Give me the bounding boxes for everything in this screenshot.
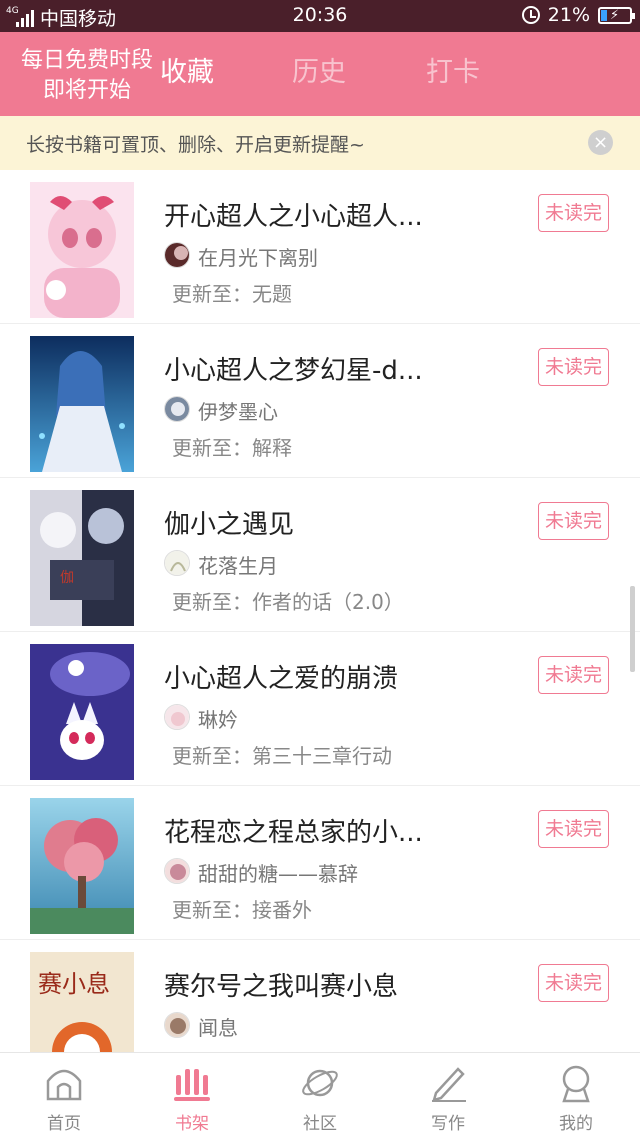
nav-bookshelf[interactable]: 书架 [128,1053,256,1138]
unread-badge[interactable]: 未读完 [538,964,609,1002]
app-header: 每日免费时段 即将开始 收藏 历史 打卡 [0,32,640,116]
nav-mine-label: 我的 [559,1114,593,1134]
book-cover[interactable]: 赛小息 [30,952,134,1052]
book-cover[interactable] [30,182,134,318]
nav-community[interactable]: 社区 [256,1053,384,1138]
book-update: 更新至：接番外 [172,898,312,922]
bookshelf-icon [174,1069,210,1101]
nav-mine[interactable]: 我的 [512,1053,640,1138]
book-update: 更新至：解释 [172,436,292,460]
book-title[interactable]: 花程恋之程总家的小... [164,812,423,849]
unread-badge[interactable]: 未读完 [538,502,609,540]
author-avatar [164,858,190,884]
book-item[interactable]: 花程恋之程总家的小... 甜甜的糖——慕辞 更新至：接番外 未读完 [0,786,640,940]
unread-badge[interactable]: 未读完 [538,194,609,232]
nav-home[interactable]: 首页 [0,1053,128,1138]
tab-checkin[interactable]: 打卡 [426,54,480,92]
author-avatar [164,1012,190,1038]
tab-favorites[interactable]: 收藏 [160,54,292,92]
book-update: 更新至：第三十三章行动 [172,744,392,768]
book-author[interactable]: 花落生月 [198,550,278,579]
unread-badge[interactable]: 未读完 [538,656,609,694]
tip-text: 长按书籍可置顶、删除、开启更新提醒~ [26,134,365,156]
book-cover[interactable] [30,644,134,780]
battery-icon: ⚡ [598,6,635,24]
book-item[interactable]: 小心超人之梦幻星-d... 伊梦墨心 更新至：解释 未读完 [0,324,640,478]
book-item[interactable]: 开心超人之小心超人... 在月光下离别 更新至：无题 未读完 [0,170,640,324]
nav-home-label: 首页 [47,1114,81,1134]
shelf-tabs: 收藏 历史 打卡 [160,54,480,92]
author-avatar [164,550,190,576]
book-title[interactable]: 赛尔号之我叫赛小息 [164,966,398,1003]
unread-badge[interactable]: 未读完 [538,810,609,848]
bookshelf-list: 开心超人之小心超人... 在月光下离别 更新至：无题 未读完 小心超人之梦幻星-… [0,170,640,1052]
book-title[interactable]: 小心超人之爱的崩溃 [164,658,398,695]
battery-fill [601,9,607,21]
book-author[interactable]: 闻息 [198,1012,238,1041]
author-avatar [164,704,190,730]
svg-text:赛小息: 赛小息 [38,970,110,998]
book-author[interactable]: 琳妗 [198,704,238,733]
profile-icon [562,1065,590,1103]
book-title[interactable]: 开心超人之小心超人... [164,196,423,233]
tip-banner: 长按书籍可置顶、删除、开启更新提醒~ × [0,116,640,170]
book-item[interactable]: 伽 伽小之遇见 花落生月 更新至：作者的话（2.0） 未读完 [0,478,640,632]
nav-write-label: 写作 [431,1114,465,1134]
promo-line-1: 每日免费时段 [20,48,153,73]
nav-write[interactable]: 写作 [384,1053,512,1138]
book-author[interactable]: 甜甜的糖——慕辞 [198,858,358,887]
nav-bookshelf-label: 书架 [175,1114,209,1134]
svg-text:伽: 伽 [60,570,74,586]
planet-icon [302,1069,338,1097]
tab-history[interactable]: 历史 [292,54,426,92]
close-icon[interactable]: × [588,130,613,155]
book-update: 更新至：无题 [172,282,292,306]
battery-percent: 21% [547,4,590,26]
book-title[interactable]: 小心超人之梦幻星-d... [164,350,423,387]
book-update: 更新至：作者的话（2.0） [172,590,404,614]
book-cover[interactable]: 伽 [30,490,134,626]
nav-community-label: 社区 [303,1114,337,1134]
bottom-nav: 首页 书架 社区 写作 我的 [0,1052,640,1138]
unread-badge[interactable]: 未读完 [538,348,609,386]
status-bar: 4G 中国移动 20:36 21% ⚡ [0,0,640,32]
alarm-icon [521,6,540,24]
pen-icon [432,1067,466,1102]
home-icon [46,1069,82,1101]
scroll-indicator[interactable] [630,586,635,672]
book-item[interactable]: 赛小息 赛尔号之我叫赛小息 闻息 未读完 [0,940,640,1052]
charging-icon: ⚡ [610,7,620,23]
book-cover[interactable] [30,336,134,472]
book-title[interactable]: 伽小之遇见 [164,504,294,541]
author-avatar [164,242,190,268]
book-author[interactable]: 伊梦墨心 [198,396,278,425]
status-right: 21% ⚡ [521,4,635,26]
promo-line-2: 即将开始 [42,78,131,103]
book-author[interactable]: 在月光下离别 [198,242,318,271]
book-cover[interactable] [30,798,134,934]
book-item[interactable]: 小心超人之爱的崩溃 琳妗 更新至：第三十三章行动 未读完 [0,632,640,786]
author-avatar [164,396,190,422]
free-period-promo[interactable]: 每日免费时段 即将开始 [14,46,160,106]
